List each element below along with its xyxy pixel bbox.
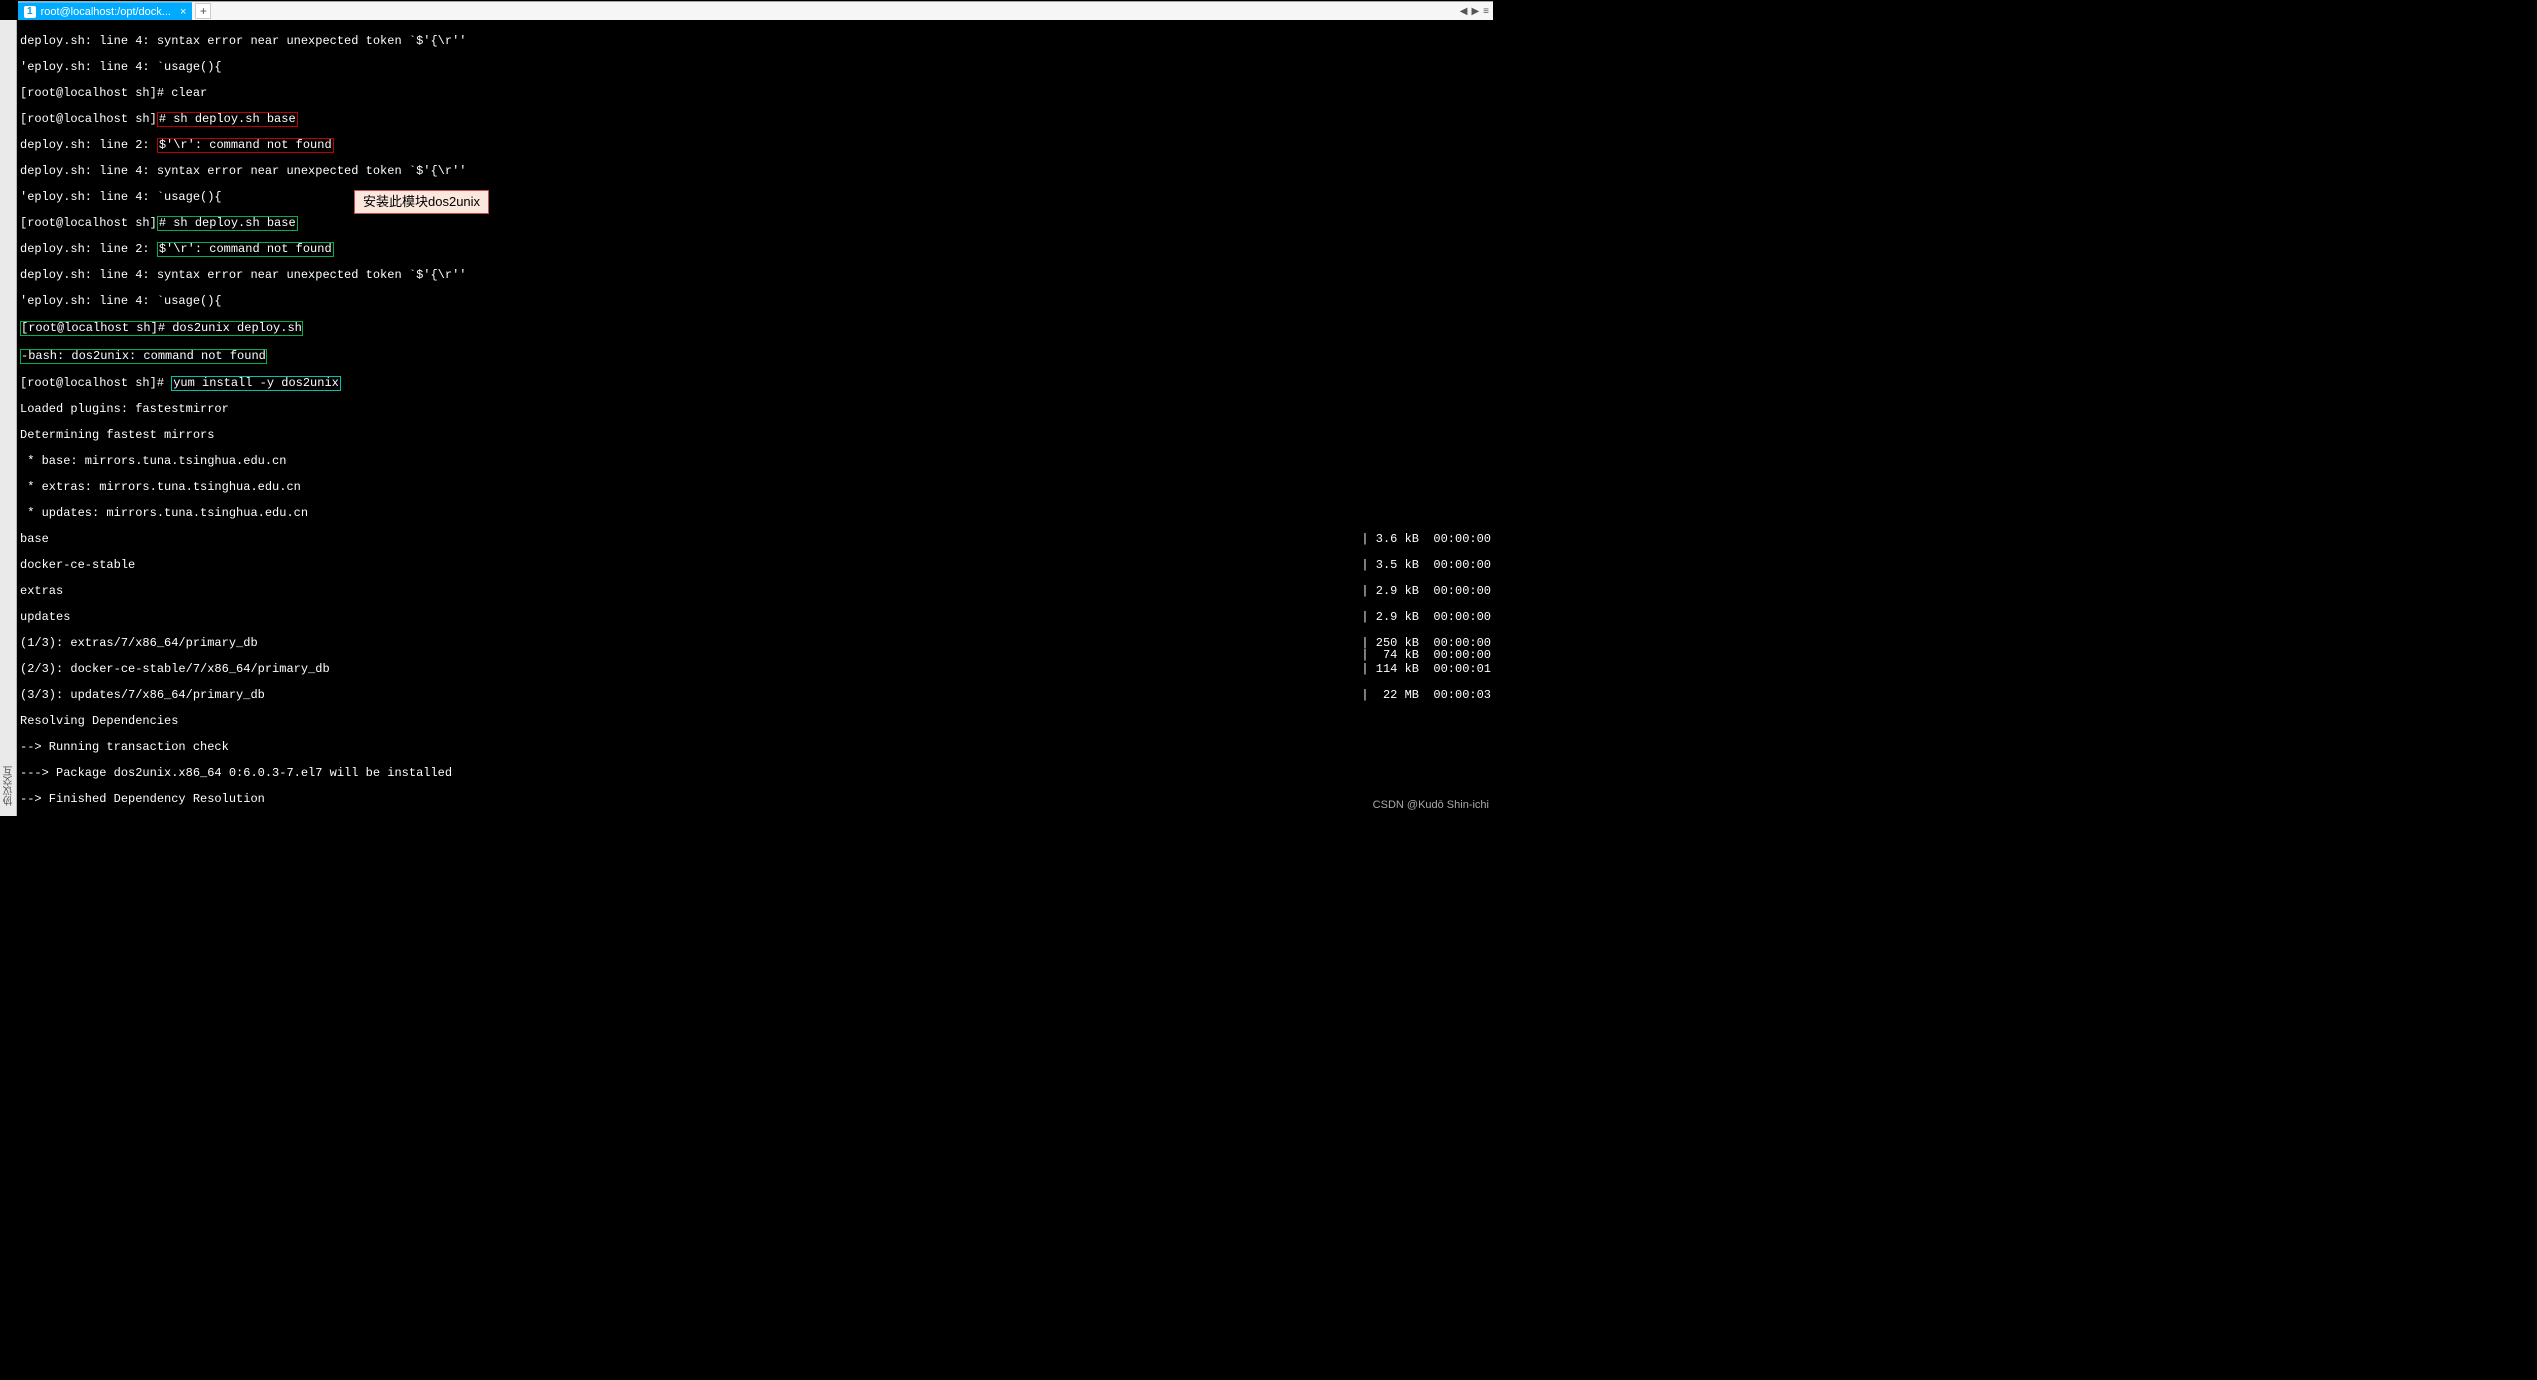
close-icon[interactable]: × bbox=[180, 6, 186, 19]
term-line: docker-ce-stable| 3.5 kB 00:00:00 bbox=[20, 559, 1491, 572]
term-line: deploy.sh: line 4: syntax error near une… bbox=[20, 269, 1491, 282]
tab-nav: ◀ ▶ ≡ bbox=[1460, 2, 1493, 20]
term-line: deploy.sh: line 2: $'\r': command not fo… bbox=[20, 243, 1491, 256]
term-line: * extras: mirrors.tuna.tsinghua.edu.cn bbox=[20, 481, 1491, 494]
sidebar-tab-2[interactable]: 会话管理器 bbox=[0, 26, 3, 806]
term-line: 'eploy.sh: line 4: `usage(){ bbox=[20, 61, 1491, 74]
term-line: --> Finished Dependency Resolution bbox=[20, 793, 1491, 806]
term-line: extras| 2.9 kB 00:00:00 bbox=[20, 585, 1491, 598]
term-line: Loaded plugins: fastestmirror bbox=[20, 403, 1491, 416]
term-line: [root@localhost sh]# clear bbox=[20, 87, 1491, 100]
terminal-output[interactable]: deploy.sh: line 4: syntax error near une… bbox=[18, 20, 1493, 812]
term-line: * base: mirrors.tuna.tsinghua.edu.cn bbox=[20, 455, 1491, 468]
term-line: deploy.sh: line 4: syntax error near une… bbox=[20, 35, 1491, 48]
term-line: [root@localhost sh]# yum install -y dos2… bbox=[20, 377, 1491, 390]
red-highlight: $'\r': command not found bbox=[157, 138, 334, 153]
add-tab-button[interactable]: + bbox=[195, 3, 211, 19]
term-line: base| 3.6 kB 00:00:00 bbox=[20, 533, 1491, 546]
term-line: deploy.sh: line 2: $'\r': command not fo… bbox=[20, 139, 1491, 152]
term-line: Resolving Dependencies bbox=[20, 715, 1491, 728]
term-line: deploy.sh: line 4: syntax error near une… bbox=[20, 165, 1491, 178]
tab-active[interactable]: 1 root@localhost:/opt/dock... × bbox=[18, 2, 192, 20]
green-highlight: [root@localhost sh]# dos2unix deploy.sh bbox=[20, 321, 303, 336]
term-line: --> Running transaction check bbox=[20, 741, 1491, 754]
tab-title: root@localhost:/opt/dock... bbox=[41, 6, 171, 19]
term-line: [root@localhost sh]# sh deploy.sh base bbox=[20, 217, 1491, 230]
nav-left-icon[interactable]: ◀ bbox=[1460, 5, 1468, 18]
term-line: (2/3): docker-ce-stable/7/x86_64/primary… bbox=[20, 663, 1491, 676]
term-line: updates| 2.9 kB 00:00:00 bbox=[20, 611, 1491, 624]
sidebar-tab-1[interactable]: 协议交互 bbox=[3, 26, 16, 806]
nav-menu-icon[interactable]: ≡ bbox=[1483, 5, 1489, 18]
teal-highlight: yum install -y dos2unix bbox=[171, 376, 341, 391]
right-column-overlay: | 74 kB 00:00:00 1/1 1/1 bbox=[1361, 623, 1491, 812]
term-line: [root@localhost sh]# sh deploy.sh base bbox=[20, 113, 1491, 126]
nav-right-icon[interactable]: ▶ bbox=[1471, 5, 1479, 18]
term-line: (1/3): extras/7/x86_64/primary_db| 250 k… bbox=[20, 637, 1491, 650]
tab-number: 1 bbox=[24, 6, 36, 18]
term-line: * updates: mirrors.tuna.tsinghua.edu.cn bbox=[20, 507, 1491, 520]
term-line: ---> Package dos2unix.x86_64 0:6.0.3-7.e… bbox=[20, 767, 1491, 780]
green-highlight: # sh deploy.sh base bbox=[157, 216, 298, 231]
tab-bar: 1 root@localhost:/opt/dock... × + ◀ ▶ ≡ bbox=[18, 1, 1493, 20]
green-highlight: -bash: dos2unix: command not found bbox=[20, 349, 267, 364]
red-highlight: # sh deploy.sh base bbox=[157, 112, 298, 127]
term-line: Determining fastest mirrors bbox=[20, 429, 1491, 442]
annotation-callout: 安装此模块dos2unix bbox=[354, 190, 489, 214]
term-line: 'eploy.sh: line 4: `usage(){ bbox=[20, 191, 1491, 204]
term-line: 'eploy.sh: line 4: `usage(){ bbox=[20, 295, 1491, 308]
watermark: CSDN @Kudō Shin-ichi bbox=[1373, 799, 1489, 812]
term-line: (3/3): updates/7/x86_64/primary_db| 22 M… bbox=[20, 689, 1491, 702]
sidebar: 协议交互 会话管理器 bbox=[0, 20, 17, 816]
green-highlight: $'\r': command not found bbox=[157, 242, 334, 257]
